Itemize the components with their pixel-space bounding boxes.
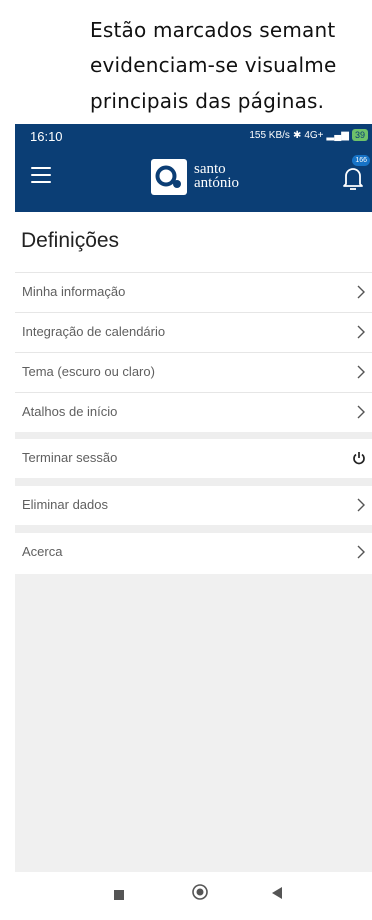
status-icons: 155 KB/s ✱ 4G+ ▂▄▆ 39	[249, 129, 368, 141]
system-nav-bar	[15, 872, 372, 920]
phone-screenshot: 16:10 155 KB/s ✱ 4G+ ▂▄▆ 39 santo antóni…	[15, 124, 372, 920]
chevron-right-icon	[356, 544, 366, 564]
recent-apps-icon[interactable]	[113, 886, 125, 905]
status-time: 16:10	[30, 129, 63, 144]
settings-item-label: Tema (escuro ou claro)	[22, 364, 155, 379]
status-bar: 16:10 155 KB/s ✱ 4G+ ▂▄▆ 39	[15, 124, 372, 151]
power-icon	[352, 450, 366, 469]
section-divider	[15, 525, 372, 533]
doc-line-2: evidenciam-se visualme	[90, 53, 337, 77]
network-label: 4G+	[304, 129, 324, 141]
brand-line-1: santo	[194, 161, 226, 177]
delete-data-label: Eliminar dados	[22, 497, 108, 512]
chevron-right-icon	[356, 497, 366, 517]
logo-text: santo antónio	[194, 161, 239, 191]
settings-item-label: Atalhos de início	[22, 404, 118, 419]
section-divider	[15, 478, 372, 486]
brand-line-2: antónio	[194, 175, 239, 191]
about-label: Acerca	[22, 544, 63, 559]
settings-item-theme[interactable]: Tema (escuro ou claro)	[15, 352, 372, 392]
document-text: Estão marcados semant evidenciam-se visu…	[0, 0, 372, 124]
notifications-bell-icon[interactable]: 166	[342, 155, 370, 191]
chevron-right-icon	[356, 324, 366, 344]
chevron-right-icon	[356, 404, 366, 424]
settings-item-about[interactable]: Acerca	[15, 533, 372, 572]
menu-icon[interactable]	[31, 167, 51, 185]
page-title: Definições	[21, 229, 120, 252]
chevron-right-icon	[356, 284, 366, 304]
settings-item-label: Minha informação	[22, 284, 126, 299]
chevron-right-icon	[356, 364, 366, 384]
bluetooth-icon: ✱	[292, 129, 302, 141]
settings-item-my-info[interactable]: Minha informação	[15, 272, 372, 312]
doc-line-1: Estão marcados semant	[90, 18, 336, 42]
settings-item-shortcuts[interactable]: Atalhos de início	[15, 392, 372, 432]
battery-icon: 39	[351, 129, 368, 141]
notification-badge: 166	[352, 155, 370, 166]
settings-item-calendar[interactable]: Integração de calendário	[15, 312, 372, 352]
app-bar: santo antónio 166	[15, 151, 372, 212]
doc-line-3: principais das páginas.	[90, 89, 325, 113]
logout-button[interactable]: Terminar sessão	[15, 439, 372, 478]
settings-list: Minha informação Integração de calendári…	[15, 272, 372, 572]
back-icon[interactable]	[271, 885, 283, 904]
data-speed: 155 KB/s	[249, 129, 290, 141]
section-divider	[15, 432, 372, 439]
settings-item-label: Integração de calendário	[22, 324, 166, 339]
app-logo: santo antónio	[151, 159, 261, 199]
signal-icon: ▂▄▆	[326, 129, 349, 141]
logout-label: Terminar sessão	[22, 450, 118, 465]
logo-mark	[151, 159, 187, 195]
home-icon[interactable]	[191, 883, 209, 905]
empty-area	[15, 574, 372, 872]
settings-item-delete-data[interactable]: Eliminar dados	[15, 486, 372, 525]
